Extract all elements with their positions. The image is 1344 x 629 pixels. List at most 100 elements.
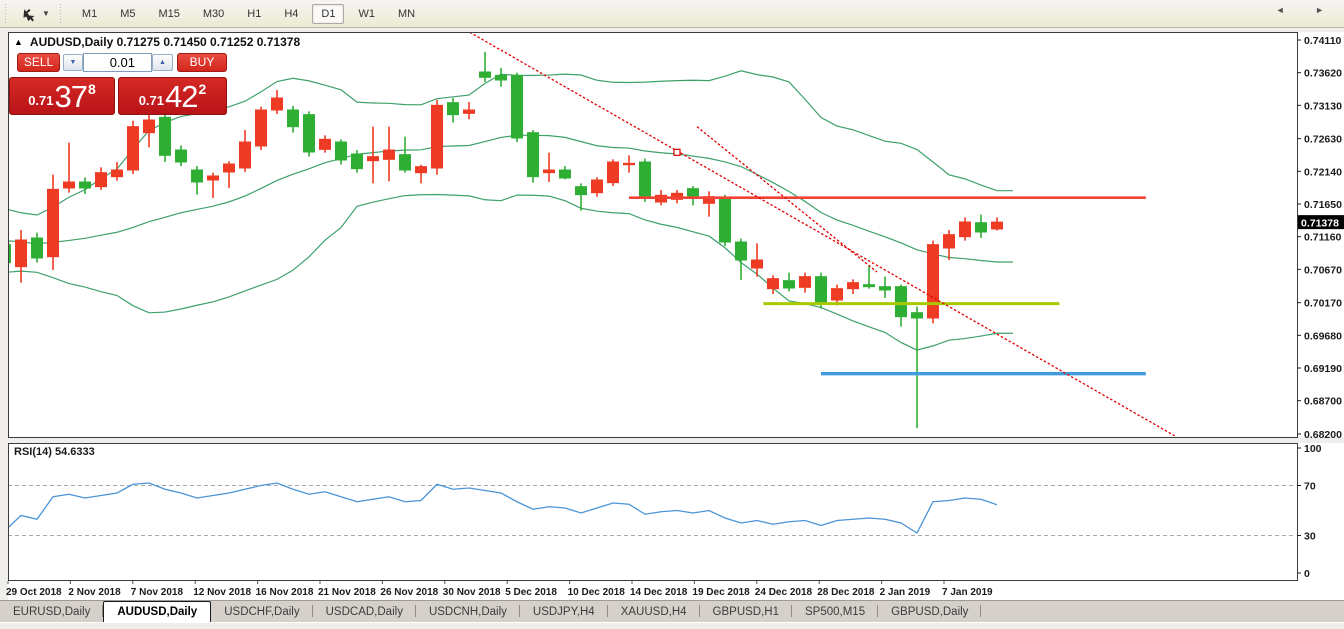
candle-body bbox=[112, 170, 123, 177]
candle-body bbox=[352, 154, 363, 169]
timeframe-button-mn[interactable]: MN bbox=[389, 4, 424, 24]
candle-body bbox=[560, 170, 571, 178]
rsi-scale-label: 30 bbox=[1304, 531, 1316, 543]
price-axis-label: 0.69190 bbox=[1304, 363, 1342, 375]
time-axis-label: 5 Dec 2018 bbox=[505, 587, 557, 598]
time-axis-label: 16 Nov 2018 bbox=[256, 587, 314, 598]
buy-price-prefix: 0.71 bbox=[139, 93, 164, 108]
candle-body bbox=[592, 180, 603, 193]
candle-body bbox=[336, 142, 347, 160]
candle-body bbox=[768, 279, 779, 289]
timeframe-buttons: M1M5M15 M30H1H4D1W1MN bbox=[73, 4, 429, 24]
current-price-tag-text: 0.71378 bbox=[1301, 218, 1339, 230]
rsi-scale-label: 70 bbox=[1304, 481, 1316, 493]
tab-eurusd-daily[interactable]: EURUSD,Daily bbox=[0, 601, 103, 622]
sell-price-prefix: 0.71 bbox=[28, 93, 53, 108]
rsi-scale-label: 0 bbox=[1304, 568, 1310, 580]
time-axis-label: 14 Dec 2018 bbox=[630, 587, 688, 598]
candle-body bbox=[80, 182, 91, 188]
tab-audusd-daily[interactable]: AUDUSD,Daily bbox=[103, 601, 211, 622]
trendline-handle[interactable] bbox=[674, 149, 680, 155]
candle-body bbox=[848, 283, 859, 289]
one-click-collapse-arrow-icon[interactable]: ▲ bbox=[14, 37, 23, 47]
tab-usdchf-daily[interactable]: USDCHF,Daily bbox=[211, 601, 312, 622]
candle-body bbox=[224, 164, 235, 172]
candle-body bbox=[784, 281, 795, 288]
timeframe-button-h1[interactable]: H1 bbox=[238, 4, 270, 24]
candle-body bbox=[640, 162, 651, 198]
toolbar-grip-2[interactable] bbox=[60, 4, 63, 24]
chart-bg bbox=[8, 32, 1344, 628]
sell-price-big: 37 bbox=[55, 83, 87, 111]
sell-price-sup: 8 bbox=[88, 81, 96, 97]
candle-body bbox=[960, 222, 971, 237]
buy-button[interactable]: BUY bbox=[177, 53, 227, 72]
time-axis-label: 7 Jan 2019 bbox=[942, 587, 993, 598]
price-axis-label: 0.71650 bbox=[1304, 199, 1342, 211]
tab-scroll-arrows-icon[interactable]: ◄ ► bbox=[1276, 5, 1338, 15]
tool-dropdown-caret-icon[interactable]: ▼ bbox=[42, 9, 50, 18]
tab-gbpusd-daily[interactable]: GBPUSD,Daily bbox=[878, 601, 981, 622]
time-axis-label: 7 Nov 2018 bbox=[131, 587, 184, 598]
price-axis-label: 0.68200 bbox=[1304, 429, 1342, 441]
timeframe-toolbar: ▼ M1M5M15 M30H1H4D1W1MN bbox=[0, 0, 1344, 28]
timeframe-button-d1[interactable]: D1 bbox=[312, 4, 344, 24]
tab-usdcnh-daily[interactable]: USDCNH,Daily bbox=[416, 601, 520, 622]
tab-gbpusd-h1[interactable]: GBPUSD,H1 bbox=[700, 601, 792, 622]
candle-body bbox=[480, 72, 491, 77]
candle-body bbox=[240, 142, 251, 168]
candle-body bbox=[432, 105, 443, 168]
candle-body bbox=[816, 277, 827, 302]
timeframe-button-m1[interactable]: M1 bbox=[73, 4, 106, 24]
candle-body bbox=[384, 150, 395, 159]
time-axis-label: 30 Nov 2018 bbox=[443, 587, 501, 598]
candle-body bbox=[64, 182, 75, 188]
timeframe-button-m15[interactable]: M15 bbox=[149, 4, 188, 24]
timeframe-button-m5[interactable]: M5 bbox=[111, 4, 144, 24]
chart-title: AUDUSD,Daily 0.71275 0.71450 0.71252 0.7… bbox=[30, 35, 300, 49]
timeframe-button-w1[interactable]: W1 bbox=[349, 4, 384, 24]
tab-sp500-m15[interactable]: SP500,M15 bbox=[792, 601, 878, 622]
price-axis-label: 0.69680 bbox=[1304, 330, 1342, 342]
mt4-window: ▼ M1M5M15M30H1H4D1W1MN 0.741100.736200.7… bbox=[0, 0, 1344, 629]
tab-usdjpy-h4[interactable]: USDJPY,H4 bbox=[520, 601, 608, 622]
sell-price-button[interactable]: 0.71 37 8 bbox=[9, 77, 115, 115]
candle-body bbox=[368, 157, 379, 161]
time-axis-label: 2 Nov 2018 bbox=[68, 587, 121, 598]
candle-body bbox=[160, 117, 171, 155]
candle-body bbox=[624, 163, 635, 164]
volume-input[interactable] bbox=[83, 53, 152, 72]
candle-body bbox=[928, 245, 939, 318]
rsi-scale-label: 100 bbox=[1304, 443, 1322, 455]
price-axis-label: 0.73130 bbox=[1304, 100, 1342, 112]
candle-body bbox=[864, 285, 875, 287]
candle-body bbox=[400, 155, 411, 170]
sell-button[interactable]: SELL bbox=[17, 53, 60, 72]
candle-body bbox=[832, 289, 843, 300]
tab-xauusd-h4[interactable]: XAUUSD,H4 bbox=[608, 601, 700, 622]
volume-decrease-button[interactable]: ▼ bbox=[63, 54, 83, 71]
candle-body bbox=[272, 98, 283, 110]
one-click-trading-panel: SELL ▼ ▲ BUY 0.71 37 8 0.71 42 2 bbox=[10, 51, 230, 117]
candle-body bbox=[496, 75, 507, 80]
candle-body bbox=[32, 238, 43, 258]
candle-body bbox=[944, 235, 955, 248]
volume-increase-button[interactable]: ▲ bbox=[152, 54, 173, 71]
toolbar-grip[interactable] bbox=[4, 4, 8, 24]
candle-body bbox=[208, 176, 219, 180]
chart-header: ▲ AUDUSD,Daily 0.71275 0.71450 0.71252 0… bbox=[14, 35, 300, 49]
buy-price-button[interactable]: 0.71 42 2 bbox=[118, 77, 227, 115]
chart-cursor-tool-icon[interactable] bbox=[18, 5, 40, 23]
tab-usdcad-daily[interactable]: USDCAD,Daily bbox=[313, 601, 416, 622]
timeframe-button-m30[interactable]: M30 bbox=[194, 4, 233, 24]
price-axis-label: 0.68700 bbox=[1304, 396, 1342, 408]
timeframe-button-h4[interactable]: H4 bbox=[275, 4, 307, 24]
candle-body bbox=[576, 187, 587, 195]
candle-body bbox=[992, 222, 1003, 229]
candle-body bbox=[528, 133, 539, 177]
left-margin bbox=[0, 28, 8, 629]
candle-body bbox=[144, 120, 155, 133]
chart-canvas[interactable]: 0.741100.736200.731300.726300.721400.716… bbox=[0, 28, 1344, 629]
candle-body bbox=[128, 127, 139, 170]
time-axis-label: 26 Nov 2018 bbox=[380, 587, 438, 598]
